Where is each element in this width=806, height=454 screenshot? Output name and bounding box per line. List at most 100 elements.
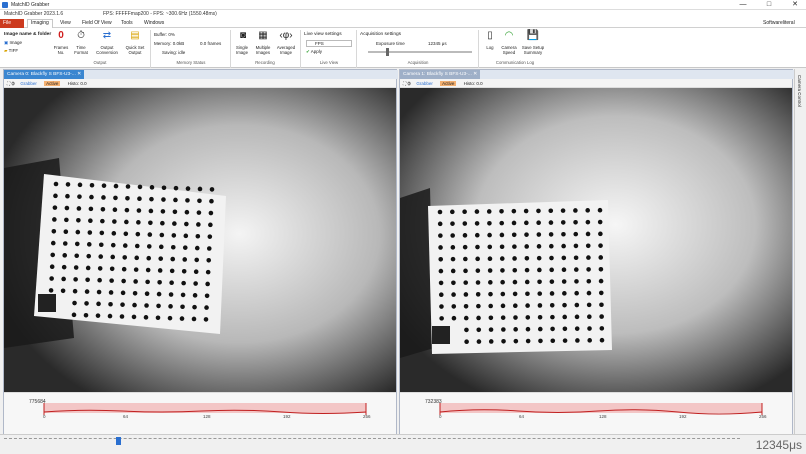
calibration-dot — [110, 254, 116, 260]
live-view-group-label: Live View — [319, 60, 339, 65]
timeline-handle[interactable] — [116, 437, 121, 445]
log-button[interactable]: Log — [480, 45, 500, 50]
maximize-button[interactable]: □ — [760, 0, 778, 10]
calibration-dot — [536, 255, 542, 261]
menu-item-view[interactable]: View — [57, 20, 74, 26]
tiff-option[interactable]: ▰ TIFF — [4, 48, 18, 54]
calibration-dot — [511, 220, 517, 226]
menu-item-tools[interactable]: Tools — [118, 20, 136, 26]
fit-icon[interactable]: ⛶ — [7, 81, 10, 86]
single-image-button[interactable]: Single Image — [232, 45, 252, 55]
exposure-slider-handle[interactable] — [386, 48, 389, 56]
recording-group-label: Recording — [255, 60, 275, 65]
calibration-dot — [120, 290, 126, 296]
calibration-dot — [537, 279, 542, 285]
camera-icon: ◙ — [239, 30, 247, 41]
quick-set-output-button[interactable]: Quick Set Output — [122, 45, 148, 55]
grabber-toggle[interactable]: Grabber — [20, 81, 37, 86]
close-icon[interactable]: ✕ — [473, 72, 477, 77]
grabber-toggle[interactable]: Grabber — [416, 81, 433, 86]
frames-no-button[interactable]: Frames No. — [50, 45, 72, 55]
acquisition-group-label: Acquisition — [407, 60, 429, 65]
timeline-track[interactable] — [4, 438, 740, 441]
calibration-dot — [474, 221, 480, 226]
menu-item-windows[interactable]: Windows — [141, 20, 167, 26]
calibration-dot — [463, 315, 469, 321]
time-format-button[interactable]: Time Format — [70, 45, 92, 55]
minimize-button[interactable]: — — [734, 0, 752, 10]
calibration-dot — [96, 301, 101, 307]
close-icon[interactable]: ✕ — [77, 72, 81, 77]
exposure-slider[interactable] — [368, 51, 472, 53]
calibration-dot — [549, 255, 554, 261]
menu-item-imaging[interactable]: Imaging — [27, 19, 53, 28]
calibration-dot — [562, 302, 567, 308]
histo-toggle[interactable]: Histo: 0.0 — [68, 81, 87, 86]
camera-image-0[interactable] — [4, 88, 396, 392]
calibration-dot — [64, 217, 69, 223]
camera-tab-1[interactable]: Camera 1: Blackfly S BFS-U3-... ✕ — [400, 70, 481, 79]
software-link[interactable]: Softwareliteral — [760, 20, 798, 26]
image-option[interactable]: ▣ Image — [4, 40, 22, 46]
calibration-dot — [599, 302, 604, 308]
fps-dropdown[interactable]: FPS — [306, 40, 352, 47]
menu-item-field-of-view[interactable]: Field Of View — [79, 20, 115, 26]
calibration-dot — [488, 303, 493, 309]
close-button[interactable]: ✕ — [786, 0, 804, 10]
calibration-dot — [192, 293, 198, 298]
gear-icon[interactable]: ⚙ — [11, 81, 15, 86]
camera-tab-0[interactable]: Camera 0: Blackfly S BFS-U3-... ✕ — [4, 70, 85, 79]
calibration-dot — [133, 279, 138, 284]
gear-icon[interactable]: ⚙ — [407, 81, 411, 86]
calibration-dot — [204, 293, 210, 299]
calibration-dot — [511, 232, 517, 238]
fit-icon[interactable]: ⛶ — [403, 81, 406, 86]
active-badge[interactable]: Active — [440, 81, 457, 86]
calibration-dot — [536, 232, 542, 237]
file-menu[interactable]: File — [0, 19, 24, 28]
calibration-dot — [450, 268, 456, 274]
calibration-dot — [144, 291, 150, 296]
calibration-dot — [205, 269, 211, 275]
calibration-dot — [587, 326, 592, 331]
calibration-dot — [561, 231, 566, 237]
calibration-dot — [560, 220, 566, 225]
calibration-dot — [549, 291, 555, 296]
calibration-dot — [462, 233, 468, 238]
save-setup-button[interactable]: Save Setup Summary — [520, 45, 546, 55]
camera-image-1[interactable] — [400, 88, 792, 392]
calibration-dot — [524, 279, 530, 285]
image-name-label: Image name & folder — [4, 32, 52, 37]
multiple-images-button[interactable]: Multiple Images — [251, 45, 275, 55]
calibration-dot — [134, 255, 140, 261]
calibration-dot — [450, 245, 456, 250]
histo-toggle[interactable]: Histo: 0.0 — [464, 81, 483, 86]
calibration-dot — [98, 254, 104, 259]
calibration-dot — [72, 288, 78, 294]
histogram-tick: 192 — [679, 414, 687, 419]
calibration-dot — [499, 232, 505, 238]
calibration-dot — [75, 229, 81, 235]
log-icon: ▯ — [487, 30, 493, 41]
quick-output-icon: ▤ — [130, 30, 140, 41]
histogram-tick: 256 — [759, 414, 767, 419]
active-badge[interactable]: Active — [44, 81, 61, 86]
calibration-dot — [51, 228, 57, 234]
calibration-dot — [439, 304, 444, 309]
calibration-dot — [183, 233, 189, 239]
calibration-dot — [180, 304, 185, 310]
calibration-dot — [120, 302, 125, 307]
apply-button[interactable]: ✔ Apply — [306, 49, 322, 55]
calibration-dot — [561, 255, 567, 261]
camera-control-side-tab[interactable]: Camera Control — [794, 69, 806, 434]
camera-speed-button[interactable]: Camera Speed — [498, 45, 520, 55]
calibration-dot — [160, 220, 165, 226]
averaged-image-button[interactable]: Averaged Image — [273, 45, 299, 55]
calibration-dot — [537, 267, 542, 273]
calibration-dot — [451, 280, 456, 286]
calibration-dot — [135, 231, 141, 237]
calibration-dot — [157, 279, 162, 285]
calibration-dot — [512, 244, 517, 249]
calibration-dot — [112, 219, 117, 224]
output-conversion-button[interactable]: Output Conversion — [94, 45, 120, 55]
